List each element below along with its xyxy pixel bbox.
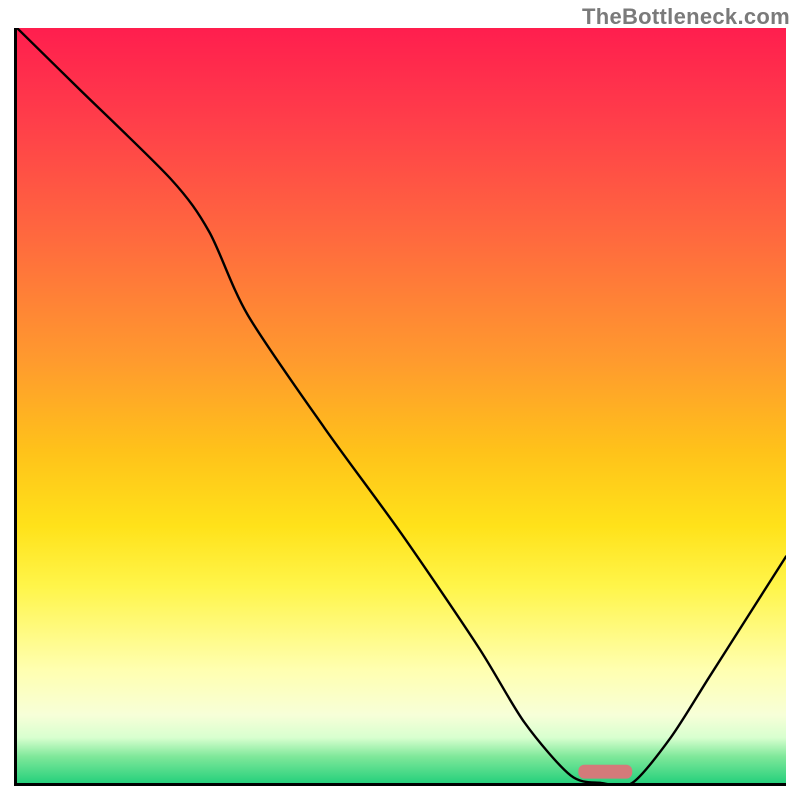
chart-svg bbox=[17, 28, 786, 783]
optimum-marker bbox=[578, 765, 632, 779]
chart-container: TheBottleneck.com bbox=[0, 0, 800, 800]
plot-area bbox=[14, 28, 786, 786]
watermark-text: TheBottleneck.com bbox=[582, 4, 790, 30]
bottleneck-curve bbox=[17, 28, 786, 783]
